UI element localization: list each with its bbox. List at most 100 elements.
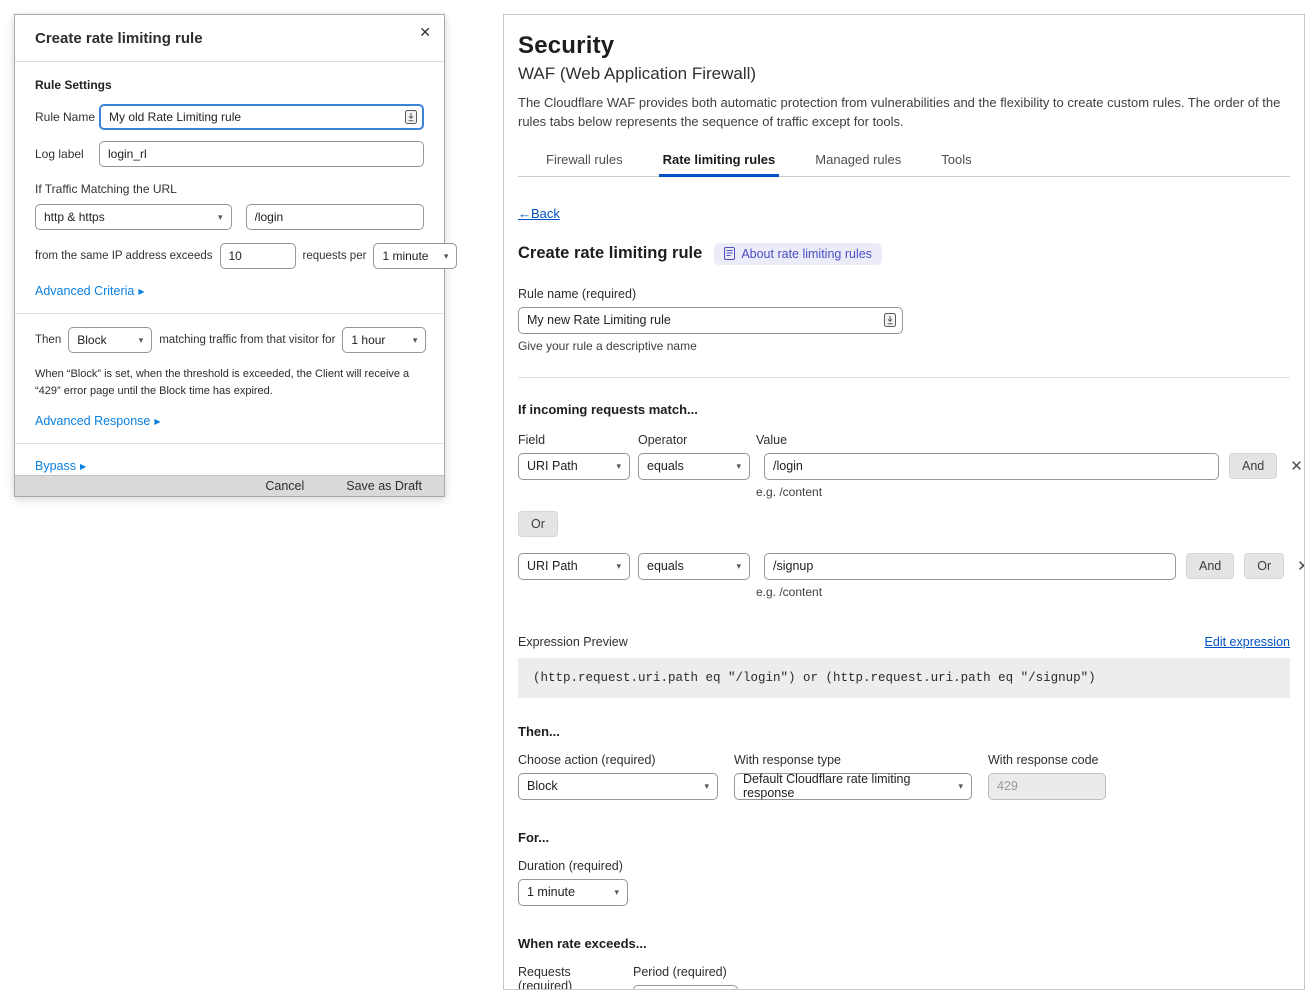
scheme-select[interactable]: http & https ▾ <box>35 204 232 230</box>
rate-section-heading: When rate exceeds... <box>518 936 1290 951</box>
period-select[interactable]: 1 minute ▾ <box>373 243 457 269</box>
triangle-right-icon: ▶ <box>154 417 160 426</box>
page-title: Security <box>518 32 1290 60</box>
and-button[interactable]: And <box>1186 553 1234 579</box>
then-section-heading: Then... <box>518 724 1290 739</box>
action-select[interactable]: Block ▾ <box>518 773 718 800</box>
divider <box>15 313 444 314</box>
tab-managed-rules[interactable]: Managed rules <box>813 152 903 176</box>
tab-firewall-rules[interactable]: Firewall rules <box>544 152 625 176</box>
chevron-down-icon: ▾ <box>444 251 449 262</box>
value-helper: e.g. /content <box>756 485 1290 499</box>
rule-name-input[interactable] <box>518 307 903 334</box>
expression-preview-label: Expression Preview <box>518 635 628 649</box>
save-as-draft-button[interactable]: Save as Draft <box>346 479 422 493</box>
rule-settings-heading: Rule Settings <box>35 78 424 92</box>
block-note: When “Block” is set, when the threshold … <box>35 366 424 400</box>
field-select[interactable]: URI Path ▾ <box>518 553 630 580</box>
rule-name-label: Rule Name <box>35 110 99 124</box>
exceeds-text: from the same IP address exceeds <box>35 250 213 262</box>
response-code-input <box>988 773 1106 800</box>
url-pattern-input[interactable] <box>246 204 425 230</box>
period-select[interactable]: 1 minute ▾ <box>633 985 738 990</box>
page-description: The Cloudflare WAF provides both automat… <box>518 94 1283 132</box>
remove-row-icon[interactable]: ✕ <box>1290 457 1303 475</box>
and-button[interactable]: And <box>1229 453 1277 479</box>
cancel-button[interactable]: Cancel <box>265 479 304 493</box>
autofill-icon[interactable] <box>405 110 417 124</box>
match-row: URI Path ▾ equals ▾ And ✕ <box>518 453 1290 480</box>
chevron-down-icon: ▾ <box>614 887 619 898</box>
match-section-heading: If incoming requests match... <box>518 402 1290 417</box>
requests-per-text: requests per <box>303 250 367 262</box>
advanced-criteria-link[interactable]: Advanced Criteria ▶ <box>35 284 145 298</box>
log-label-label: Log label <box>35 147 99 161</box>
log-label-input[interactable] <box>99 141 424 167</box>
value-helper: e.g. /content <box>756 585 1290 599</box>
chevron-down-icon: ▾ <box>139 335 144 346</box>
or-button[interactable]: Or <box>1244 553 1284 579</box>
operator-column-label: Operator <box>638 433 756 447</box>
create-rule-heading: Create rate limiting rule <box>518 244 702 263</box>
back-link[interactable]: ←Back <box>518 206 560 221</box>
chevron-down-icon: ▾ <box>616 461 621 472</box>
period-label: Period (required) <box>633 965 738 979</box>
remove-row-icon[interactable]: ✕ <box>1297 557 1305 575</box>
requests-label: Requests (required) <box>518 965 623 990</box>
or-button[interactable]: Or <box>518 511 558 537</box>
response-type-label: With response type <box>734 753 972 767</box>
dialog-title: Create rate limiting rule <box>35 30 203 47</box>
dialog-footer: Cancel Save as Draft <box>15 475 444 496</box>
about-rate-limiting-rules-badge[interactable]: About rate limiting rules <box>714 243 882 265</box>
choose-action-label: Choose action (required) <box>518 753 718 767</box>
duration-select[interactable]: 1 minute ▾ <box>518 879 628 906</box>
field-column-label: Field <box>518 433 638 447</box>
dialog-header: Create rate limiting rule ✕ <box>15 15 444 62</box>
edit-expression-link[interactable]: Edit expression <box>1205 635 1290 649</box>
dialog-body: Rule Settings Rule Name Log label If Tra… <box>15 62 444 475</box>
traffic-match-label: If Traffic Matching the URL <box>35 182 424 196</box>
back-arrow-icon: ← <box>518 206 531 221</box>
create-rate-limiting-rule-dialog: Create rate limiting rule ✕ Rule Setting… <box>14 14 445 497</box>
chevron-down-icon: ▾ <box>704 781 709 792</box>
matching-traffic-text: matching traffic from that visitor for <box>159 334 335 346</box>
autofill-icon[interactable] <box>884 313 896 327</box>
block-duration-select[interactable]: 1 hour ▾ <box>342 327 426 353</box>
operator-select[interactable]: equals ▾ <box>638 453 750 480</box>
response-type-select[interactable]: Default Cloudflare rate limiting respons… <box>734 773 972 800</box>
value-input[interactable] <box>764 553 1176 580</box>
tab-rate-limiting-rules[interactable]: Rate limiting rules <box>661 152 778 176</box>
tab-tools[interactable]: Tools <box>939 152 973 176</box>
chevron-down-icon: ▾ <box>413 335 418 346</box>
triangle-right-icon: ▶ <box>80 462 86 471</box>
response-code-label: With response code <box>988 753 1106 767</box>
expression-preview-code: (http.request.uri.path eq "/login") or (… <box>518 658 1290 698</box>
close-icon[interactable]: ✕ <box>419 25 431 39</box>
divider <box>518 377 1290 378</box>
rule-name-input[interactable] <box>99 104 424 130</box>
field-select[interactable]: URI Path ▾ <box>518 453 630 480</box>
then-label: Then <box>35 334 61 346</box>
chevron-down-icon: ▾ <box>616 561 621 572</box>
requests-count-input[interactable] <box>220 243 296 269</box>
bypass-link[interactable]: Bypass ▶ <box>35 459 86 473</box>
chevron-down-icon: ▾ <box>958 781 963 792</box>
chevron-down-icon: ▾ <box>218 212 223 223</box>
chevron-down-icon: ▾ <box>736 561 741 572</box>
rule-name-label: Rule name (required) <box>518 287 1290 301</box>
chevron-down-icon: ▾ <box>736 461 741 472</box>
rule-name-helper: Give your rule a descriptive name <box>518 339 1290 353</box>
for-section-heading: For... <box>518 830 1290 845</box>
document-icon <box>724 247 735 260</box>
operator-select[interactable]: equals ▾ <box>638 553 750 580</box>
match-row: URI Path ▾ equals ▾ And Or ✕ <box>518 553 1290 580</box>
action-select[interactable]: Block ▾ <box>68 327 152 353</box>
value-column-label: Value <box>756 433 787 447</box>
duration-label: Duration (required) <box>518 859 1290 873</box>
waf-tabs: Firewall rules Rate limiting rules Manag… <box>518 152 1290 177</box>
value-input[interactable] <box>764 453 1219 480</box>
triangle-right-icon: ▶ <box>138 287 144 296</box>
divider <box>15 443 444 444</box>
page-subtitle: WAF (Web Application Firewall) <box>518 64 1290 84</box>
advanced-response-link[interactable]: Advanced Response ▶ <box>35 414 161 428</box>
